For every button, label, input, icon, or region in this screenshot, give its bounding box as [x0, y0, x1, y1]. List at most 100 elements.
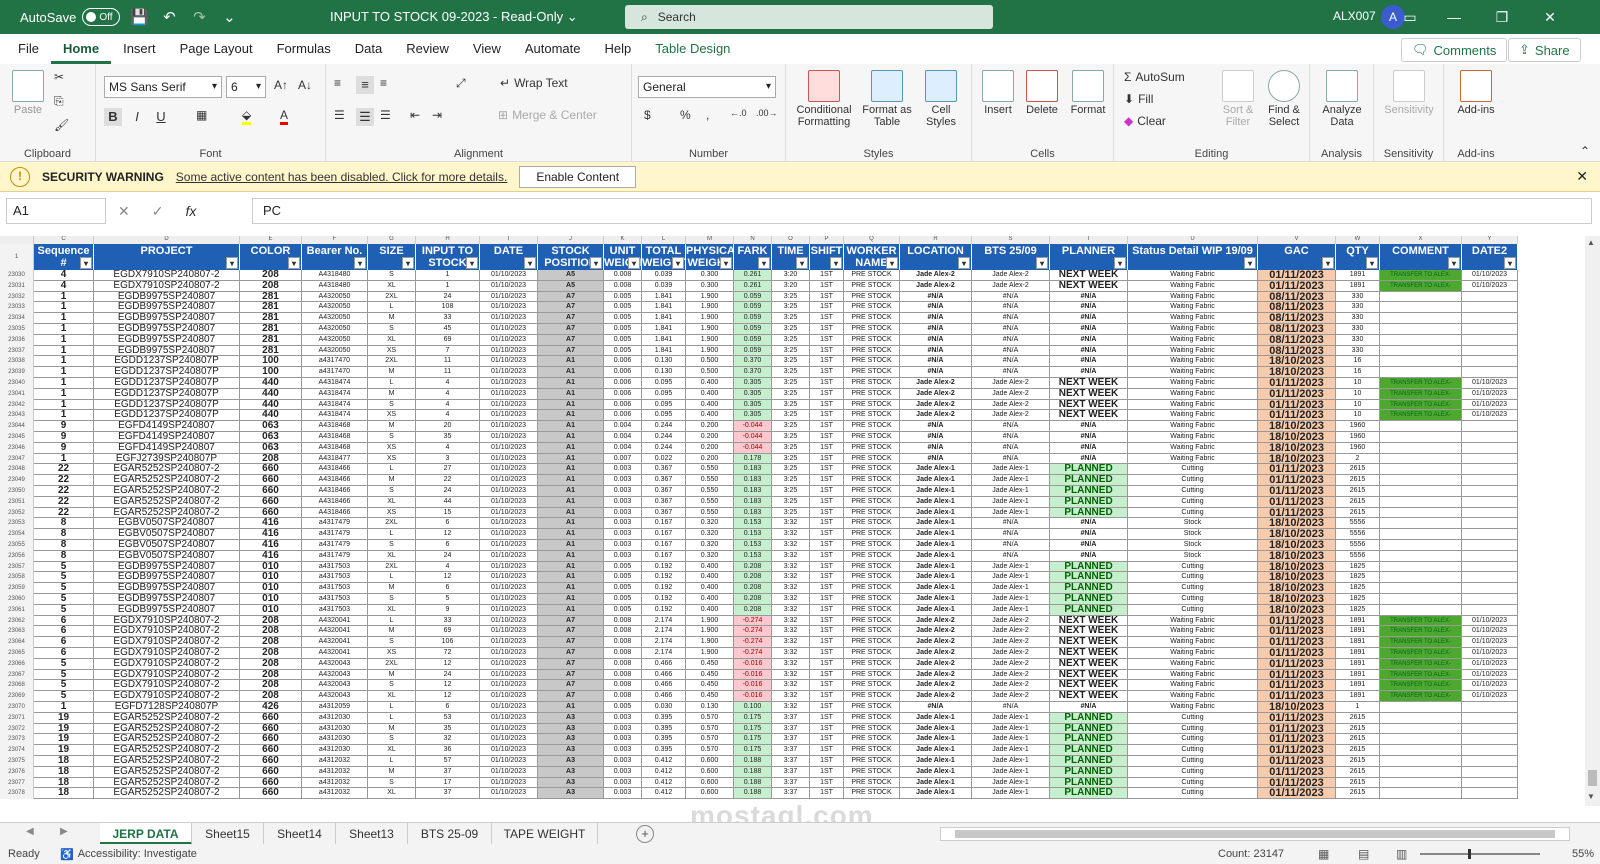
table-cell[interactable]: 0.450	[686, 680, 734, 692]
table-cell[interactable]: EGDB9975SP240807	[94, 604, 240, 616]
column-header[interactable]: INPUT TO STOCK ▾	[416, 244, 480, 270]
table-cell[interactable]: 0.400	[686, 572, 734, 584]
table-cell[interactable]: 2615	[1336, 745, 1380, 756]
table-cell[interactable]: #N/A	[972, 518, 1050, 530]
table-cell[interactable]	[1462, 302, 1518, 314]
table-cell[interactable]: Jade Alex-1	[900, 604, 972, 616]
table-cell[interactable]: 1960	[1336, 442, 1380, 454]
table-cell[interactable]: 5	[34, 572, 94, 584]
table-cell[interactable]: 01/11/2023	[1258, 734, 1336, 746]
table-cell[interactable]: 4	[416, 378, 480, 389]
table-cell[interactable]: PLANNED	[1050, 583, 1128, 594]
column-header[interactable]: TOTAL WEIGHT ▾	[642, 244, 686, 270]
table-cell[interactable]: EGDB9975SP240807	[94, 291, 240, 303]
table-cell[interactable]: 10	[1336, 388, 1380, 400]
column-letter[interactable]: D	[94, 236, 240, 244]
table-cell[interactable]: A7	[538, 691, 604, 702]
filter-dropdown-icon[interactable]: ▾	[796, 257, 808, 269]
table-cell[interactable]: 08/11/2023	[1258, 291, 1336, 303]
table-cell[interactable]: 01/10/2023	[1462, 626, 1518, 638]
row-number[interactable]: 23053	[0, 518, 34, 530]
table-cell[interactable]: 0.175	[734, 723, 772, 735]
table-cell[interactable]: 0.400	[686, 399, 734, 411]
table-cell[interactable]: #N/A	[1050, 518, 1128, 530]
table-cell[interactable]: A1	[538, 518, 604, 530]
table-cell[interactable]	[1380, 291, 1462, 303]
table-cell[interactable]: EGAR5252SP240807-2	[94, 745, 240, 756]
table-cell[interactable]: 0.466	[642, 669, 686, 681]
table-cell[interactable]	[1462, 745, 1518, 756]
table-cell[interactable]: 2	[1336, 453, 1380, 465]
table-cell[interactable]: NEXT WEEK	[1050, 669, 1128, 681]
table-cell[interactable]: EGBV0507SP240807	[94, 550, 240, 562]
table-cell[interactable]: PRE STOCK	[844, 486, 900, 497]
table-cell[interactable]: 01/10/2023	[480, 378, 538, 389]
table-cell[interactable]: 440	[240, 399, 302, 411]
filter-dropdown-icon[interactable]: ▾	[288, 257, 300, 269]
underline-icon[interactable]: U	[152, 108, 170, 126]
merge-center-button[interactable]: ⊞ Merge & Center	[498, 108, 597, 122]
table-cell[interactable]: 1.900	[686, 626, 734, 638]
table-cell[interactable]: 1ST	[810, 529, 844, 540]
table-cell[interactable]: Jade Alex-2	[972, 691, 1050, 702]
table-cell[interactable]: 0.059	[734, 313, 772, 324]
table-cell[interactable]: 0.188	[734, 756, 772, 767]
table-cell[interactable]: 1ST	[810, 788, 844, 800]
table-cell[interactable]: A1	[538, 356, 604, 368]
table-cell[interactable]: a4317479	[302, 529, 368, 540]
table-cell[interactable]: 57	[416, 756, 480, 767]
table-cell[interactable]	[1380, 702, 1462, 713]
table-cell[interactable]: PRE STOCK	[844, 756, 900, 767]
table-cell[interactable]: Cutting	[1128, 594, 1258, 605]
table-cell[interactable]: 22	[34, 464, 94, 476]
table-cell[interactable]: 3:37	[772, 766, 810, 778]
table-cell[interactable]: A1	[538, 594, 604, 605]
collapse-ribbon-icon[interactable]: ⌃	[1580, 144, 1590, 158]
delete-cells-button[interactable]: Delete	[1022, 70, 1062, 116]
table-cell[interactable]: Jade Alex-1	[972, 745, 1050, 756]
table-cell[interactable]: 24	[416, 669, 480, 681]
table-cell[interactable]: TRANSFER TO ALEX-	[1380, 691, 1462, 702]
table-cell[interactable]: Stock	[1128, 518, 1258, 530]
table-cell[interactable]: 18/10/2023	[1258, 421, 1336, 432]
table-cell[interactable]: 0.570	[686, 745, 734, 756]
table-cell[interactable]: 1891	[1336, 658, 1380, 670]
column-header[interactable]: SHIFT ▾	[810, 244, 844, 270]
row-number[interactable]: 23057	[0, 561, 34, 573]
table-cell[interactable]: EGAR5252SP240807-2	[94, 486, 240, 497]
table-cell[interactable]: 12	[416, 680, 480, 692]
table-cell[interactable]: 5	[34, 691, 94, 702]
table-cell[interactable]: A1	[538, 464, 604, 476]
table-cell[interactable]: 426	[240, 702, 302, 713]
table-cell[interactable]: 01/10/2023	[480, 788, 538, 800]
sheet-tab-sheet15[interactable]: Sheet15	[192, 823, 264, 845]
table-cell[interactable]	[1380, 345, 1462, 357]
table-cell[interactable]: PRE STOCK	[844, 475, 900, 486]
table-cell[interactable]: Cutting	[1128, 604, 1258, 616]
table-cell[interactable]	[1380, 583, 1462, 594]
table-cell[interactable]: 0.059	[734, 291, 772, 303]
table-cell[interactable]: 281	[240, 324, 302, 335]
table-cell[interactable]: L	[368, 712, 416, 724]
table-cell[interactable]: 01/10/2023	[480, 680, 538, 692]
table-cell[interactable]: 01/10/2023	[1462, 658, 1518, 670]
table-cell[interactable]: 22	[34, 486, 94, 497]
table-cell[interactable]: A4320041	[302, 637, 368, 648]
table-cell[interactable]: 36	[416, 745, 480, 756]
table-cell[interactable]: Cutting	[1128, 756, 1258, 767]
table-cell[interactable]: -0.274	[734, 637, 772, 648]
table-cell[interactable]: 2615	[1336, 723, 1380, 735]
column-header[interactable]: PLANNER ▾	[1050, 244, 1128, 270]
table-cell[interactable]: #N/A	[972, 540, 1050, 551]
increase-indent-icon[interactable]: ⇥	[432, 108, 442, 122]
table-cell[interactable]: 1.900	[686, 637, 734, 648]
table-cell[interactable]: 18/10/2023	[1258, 432, 1336, 443]
table-cell[interactable]: 3:25	[772, 507, 810, 519]
table-cell[interactable]: A4318466	[302, 475, 368, 486]
table-cell[interactable]: Jade Alex-1	[900, 734, 972, 746]
tab-page-layout[interactable]: Page Layout	[168, 34, 265, 64]
table-cell[interactable]: 010	[240, 594, 302, 605]
table-cell[interactable]: #N/A	[972, 702, 1050, 713]
table-cell[interactable]: 2.174	[642, 615, 686, 627]
table-cell[interactable]: #N/A	[972, 356, 1050, 368]
